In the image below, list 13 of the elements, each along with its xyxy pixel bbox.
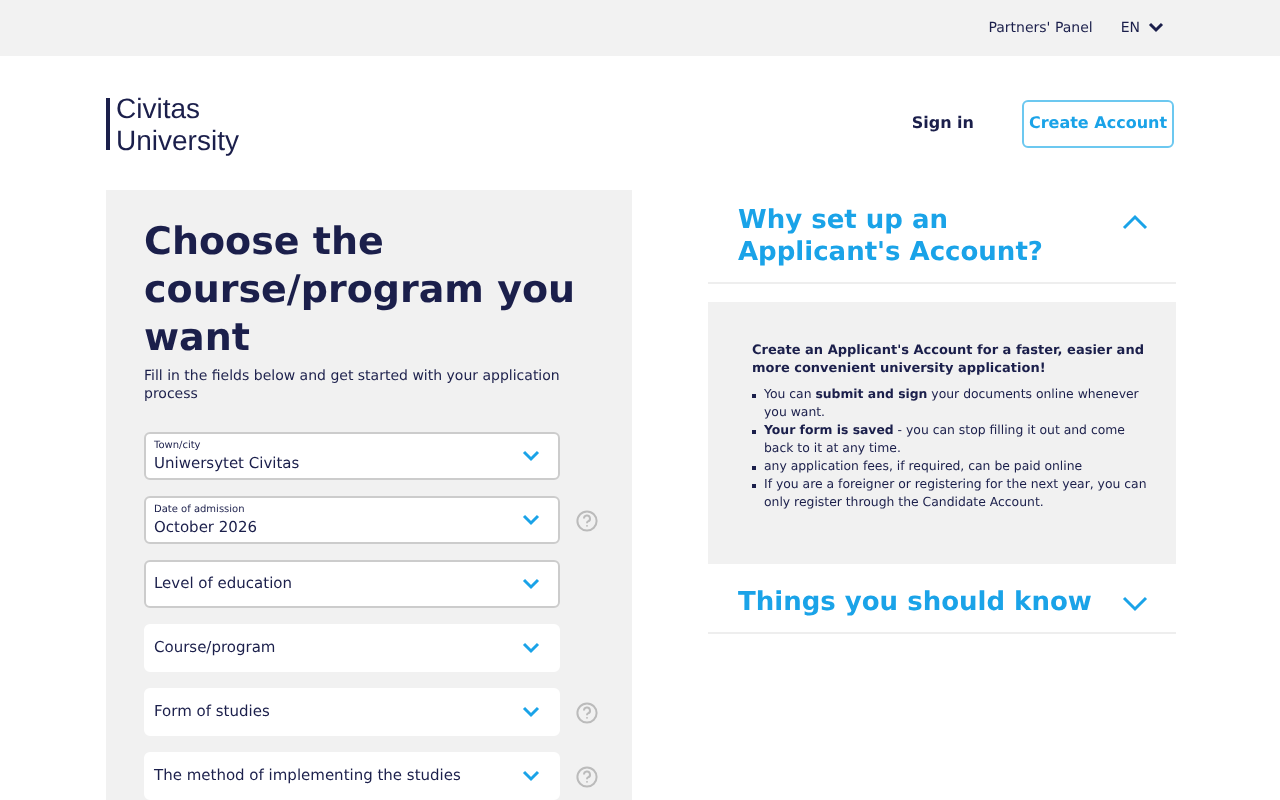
chevron-down-icon: [522, 578, 540, 590]
chevron-down-icon: [1122, 596, 1148, 612]
chevron-down-icon: [522, 770, 540, 782]
chevron-down-icon: [522, 450, 540, 462]
chevron-down-icon: [1148, 22, 1164, 34]
help-icon[interactable]: [576, 509, 598, 531]
chevron-down-icon: [522, 706, 540, 718]
chevron-up-icon: [1122, 214, 1148, 230]
form-title: Choose the course/program you want: [144, 218, 578, 362]
university-logo[interactable]: Civitas University: [106, 91, 239, 155]
chevron-down-icon: [522, 642, 540, 654]
sign-in-link[interactable]: Sign in: [911, 114, 974, 132]
chevron-down-icon: [522, 514, 540, 526]
